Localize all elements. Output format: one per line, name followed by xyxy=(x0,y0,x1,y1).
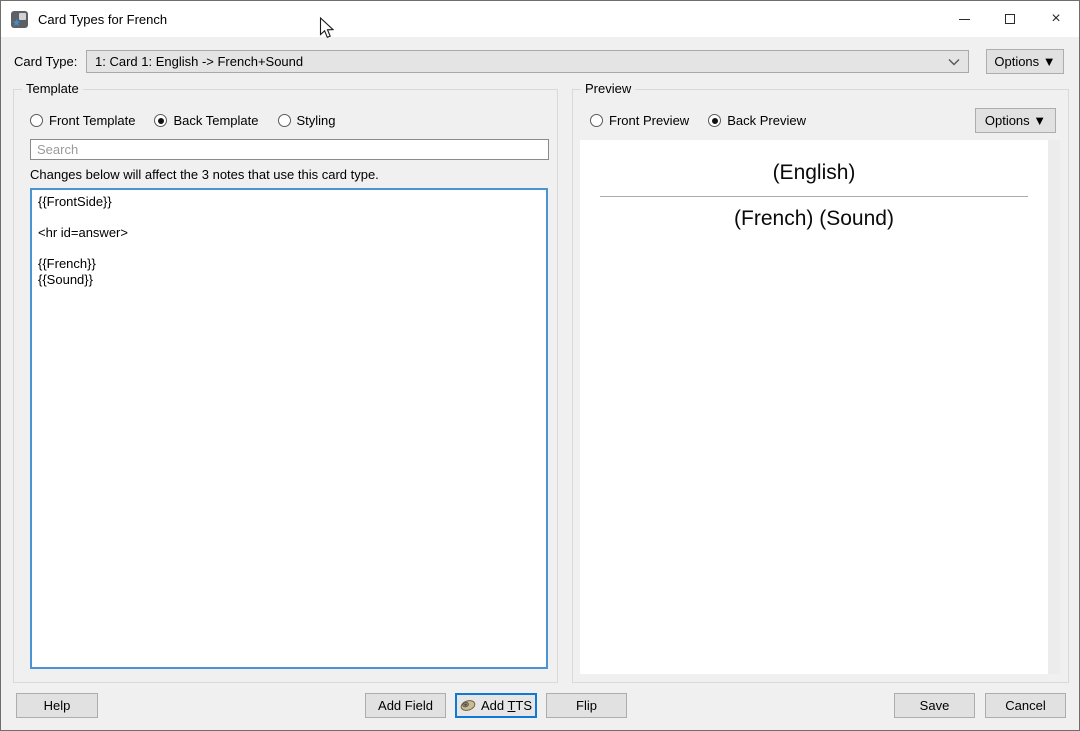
save-button[interactable]: Save xyxy=(894,693,975,718)
back-preview-radio[interactable]: Back Preview xyxy=(708,113,806,128)
styling-radio[interactable]: Styling xyxy=(278,113,336,128)
window-controls: × xyxy=(941,1,1079,37)
title-bar: ★ Card Types for French × xyxy=(1,1,1079,37)
template-group-title: Template xyxy=(22,81,83,96)
window-title: Card Types for French xyxy=(38,12,167,27)
card-type-label: Card Type: xyxy=(14,54,77,69)
card-type-selected-value: 1: Card 1: English -> French+Sound xyxy=(95,54,948,69)
template-editor[interactable]: {{FrontSide}} <hr id=answer> {{French}} … xyxy=(30,188,548,669)
preview-group: Preview Front Preview Back Preview Optio… xyxy=(572,89,1069,683)
template-group: Template Front Template Back Template St… xyxy=(13,89,558,683)
notes-affected-notice: Changes below will affect the 3 notes th… xyxy=(30,167,379,182)
cancel-button[interactable]: Cancel xyxy=(985,693,1066,718)
radio-checked-icon xyxy=(154,114,167,127)
radio-checked-icon xyxy=(708,114,721,127)
close-icon: × xyxy=(1051,11,1060,27)
card-type-options-button[interactable]: Options ▼ xyxy=(986,49,1064,74)
chevron-down-icon xyxy=(948,58,960,66)
front-template-label: Front Template xyxy=(49,113,135,128)
close-button[interactable]: × xyxy=(1033,1,1079,37)
template-radio-row: Front Template Back Template Styling xyxy=(30,113,355,128)
preview-scrollbar[interactable] xyxy=(1048,140,1060,674)
app-icon-star: ★ xyxy=(12,19,21,29)
preview-front-text: (English) xyxy=(580,140,1048,185)
flip-button[interactable]: Flip xyxy=(546,693,627,718)
minimize-icon xyxy=(959,19,970,20)
maximize-button[interactable] xyxy=(987,1,1033,37)
back-preview-label: Back Preview xyxy=(727,113,806,128)
maximize-icon xyxy=(1005,14,1015,24)
back-template-radio[interactable]: Back Template xyxy=(154,113,258,128)
answer-divider xyxy=(600,196,1028,197)
front-template-radio[interactable]: Front Template xyxy=(30,113,135,128)
radio-icon xyxy=(590,114,603,127)
front-preview-label: Front Preview xyxy=(609,113,689,128)
preview-back-text: (French) (Sound) xyxy=(580,207,1048,231)
radio-icon xyxy=(30,114,43,127)
add-tts-button[interactable]: Add TTS xyxy=(455,693,537,718)
add-field-button[interactable]: Add Field xyxy=(365,693,446,718)
front-preview-radio[interactable]: Front Preview xyxy=(590,113,689,128)
speaker-icon xyxy=(460,699,476,712)
minimize-button[interactable] xyxy=(941,1,987,37)
card-preview: (English) (French) (Sound) xyxy=(580,140,1048,674)
help-button[interactable]: Help xyxy=(16,693,98,718)
add-tts-label: Add TTS xyxy=(481,698,532,713)
preview-group-title: Preview xyxy=(581,81,635,96)
back-template-label: Back Template xyxy=(173,113,258,128)
card-type-select[interactable]: 1: Card 1: English -> French+Sound xyxy=(86,50,969,73)
card-types-dialog: ★ Card Types for French × Card Type: 1: … xyxy=(0,0,1080,731)
styling-label: Styling xyxy=(297,113,336,128)
preview-radio-row: Front Preview Back Preview xyxy=(590,113,825,128)
preview-options-button[interactable]: Options ▼ xyxy=(975,108,1056,133)
search-input[interactable] xyxy=(30,139,549,160)
anki-app-icon: ★ xyxy=(11,11,28,28)
radio-icon xyxy=(278,114,291,127)
